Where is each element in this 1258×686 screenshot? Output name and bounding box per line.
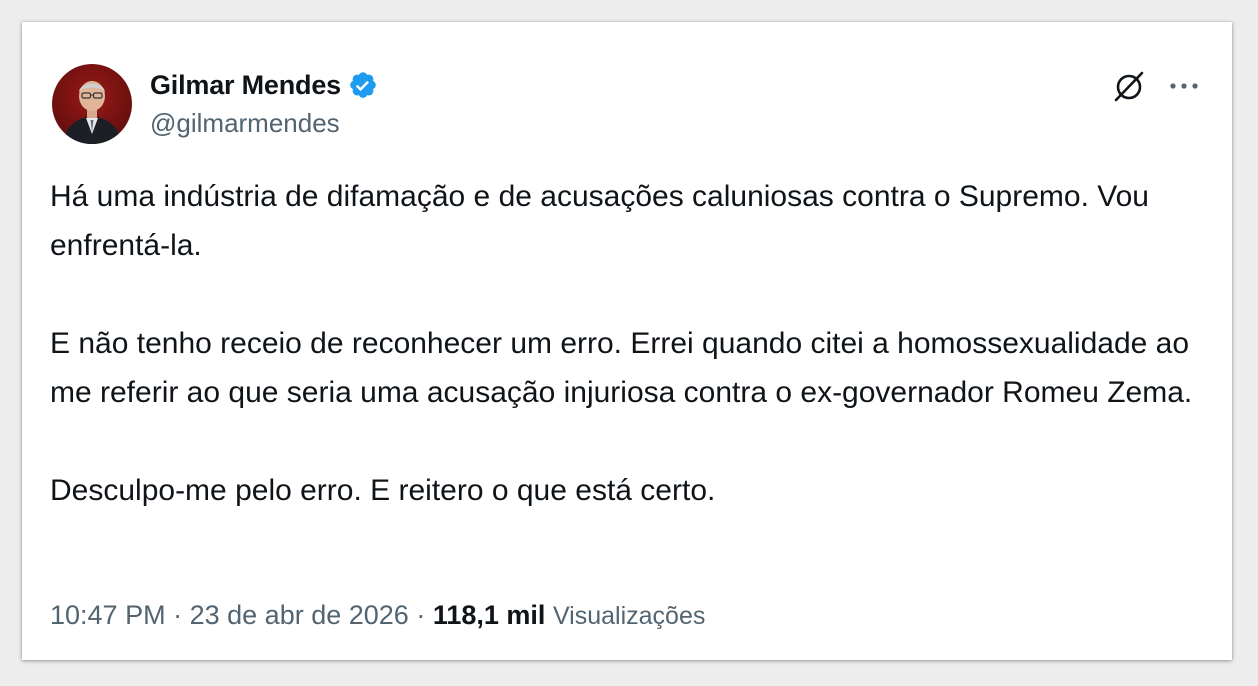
tweet-time[interactable]: 10:47 PM — [50, 600, 166, 630]
meta-separator: · — [173, 600, 183, 630]
author-handle[interactable]: @gilmarmendes — [150, 108, 340, 139]
tweet-text: Há uma indústria de difamação e de acusa… — [50, 172, 1200, 515]
tweet-card: Gilmar Mendes @gilmarmendes Há uma indús… — [22, 22, 1232, 660]
tweet-metadata: 10:47 PM · 23 de abr de 2026 · 118,1 mil… — [50, 600, 705, 631]
views-count[interactable]: 118,1 mil — [433, 600, 546, 630]
tweet-paragraph: E não tenho receio de reconhecer um erro… — [50, 327, 1193, 409]
tweet-paragraph: Há uma indústria de difamação e de acusa… — [50, 180, 1149, 262]
more-options-icon — [1170, 83, 1198, 89]
author-name-row: Gilmar Mendes — [150, 68, 378, 102]
grok-button[interactable] — [1107, 66, 1151, 106]
tweet-paragraph: Desculpo-me pelo erro. E reitero o que e… — [50, 474, 716, 507]
views-label[interactable]: Visualizações — [553, 602, 705, 630]
avatar-image — [52, 64, 132, 144]
verified-badge-icon[interactable] — [348, 70, 378, 100]
avatar[interactable] — [52, 64, 132, 144]
tweet-date[interactable]: 23 de abr de 2026 — [190, 600, 409, 630]
more-options-button[interactable] — [1162, 66, 1206, 106]
grok-icon — [1114, 71, 1144, 102]
author-display-name[interactable]: Gilmar Mendes — [150, 70, 341, 101]
meta-separator: · — [416, 600, 426, 630]
